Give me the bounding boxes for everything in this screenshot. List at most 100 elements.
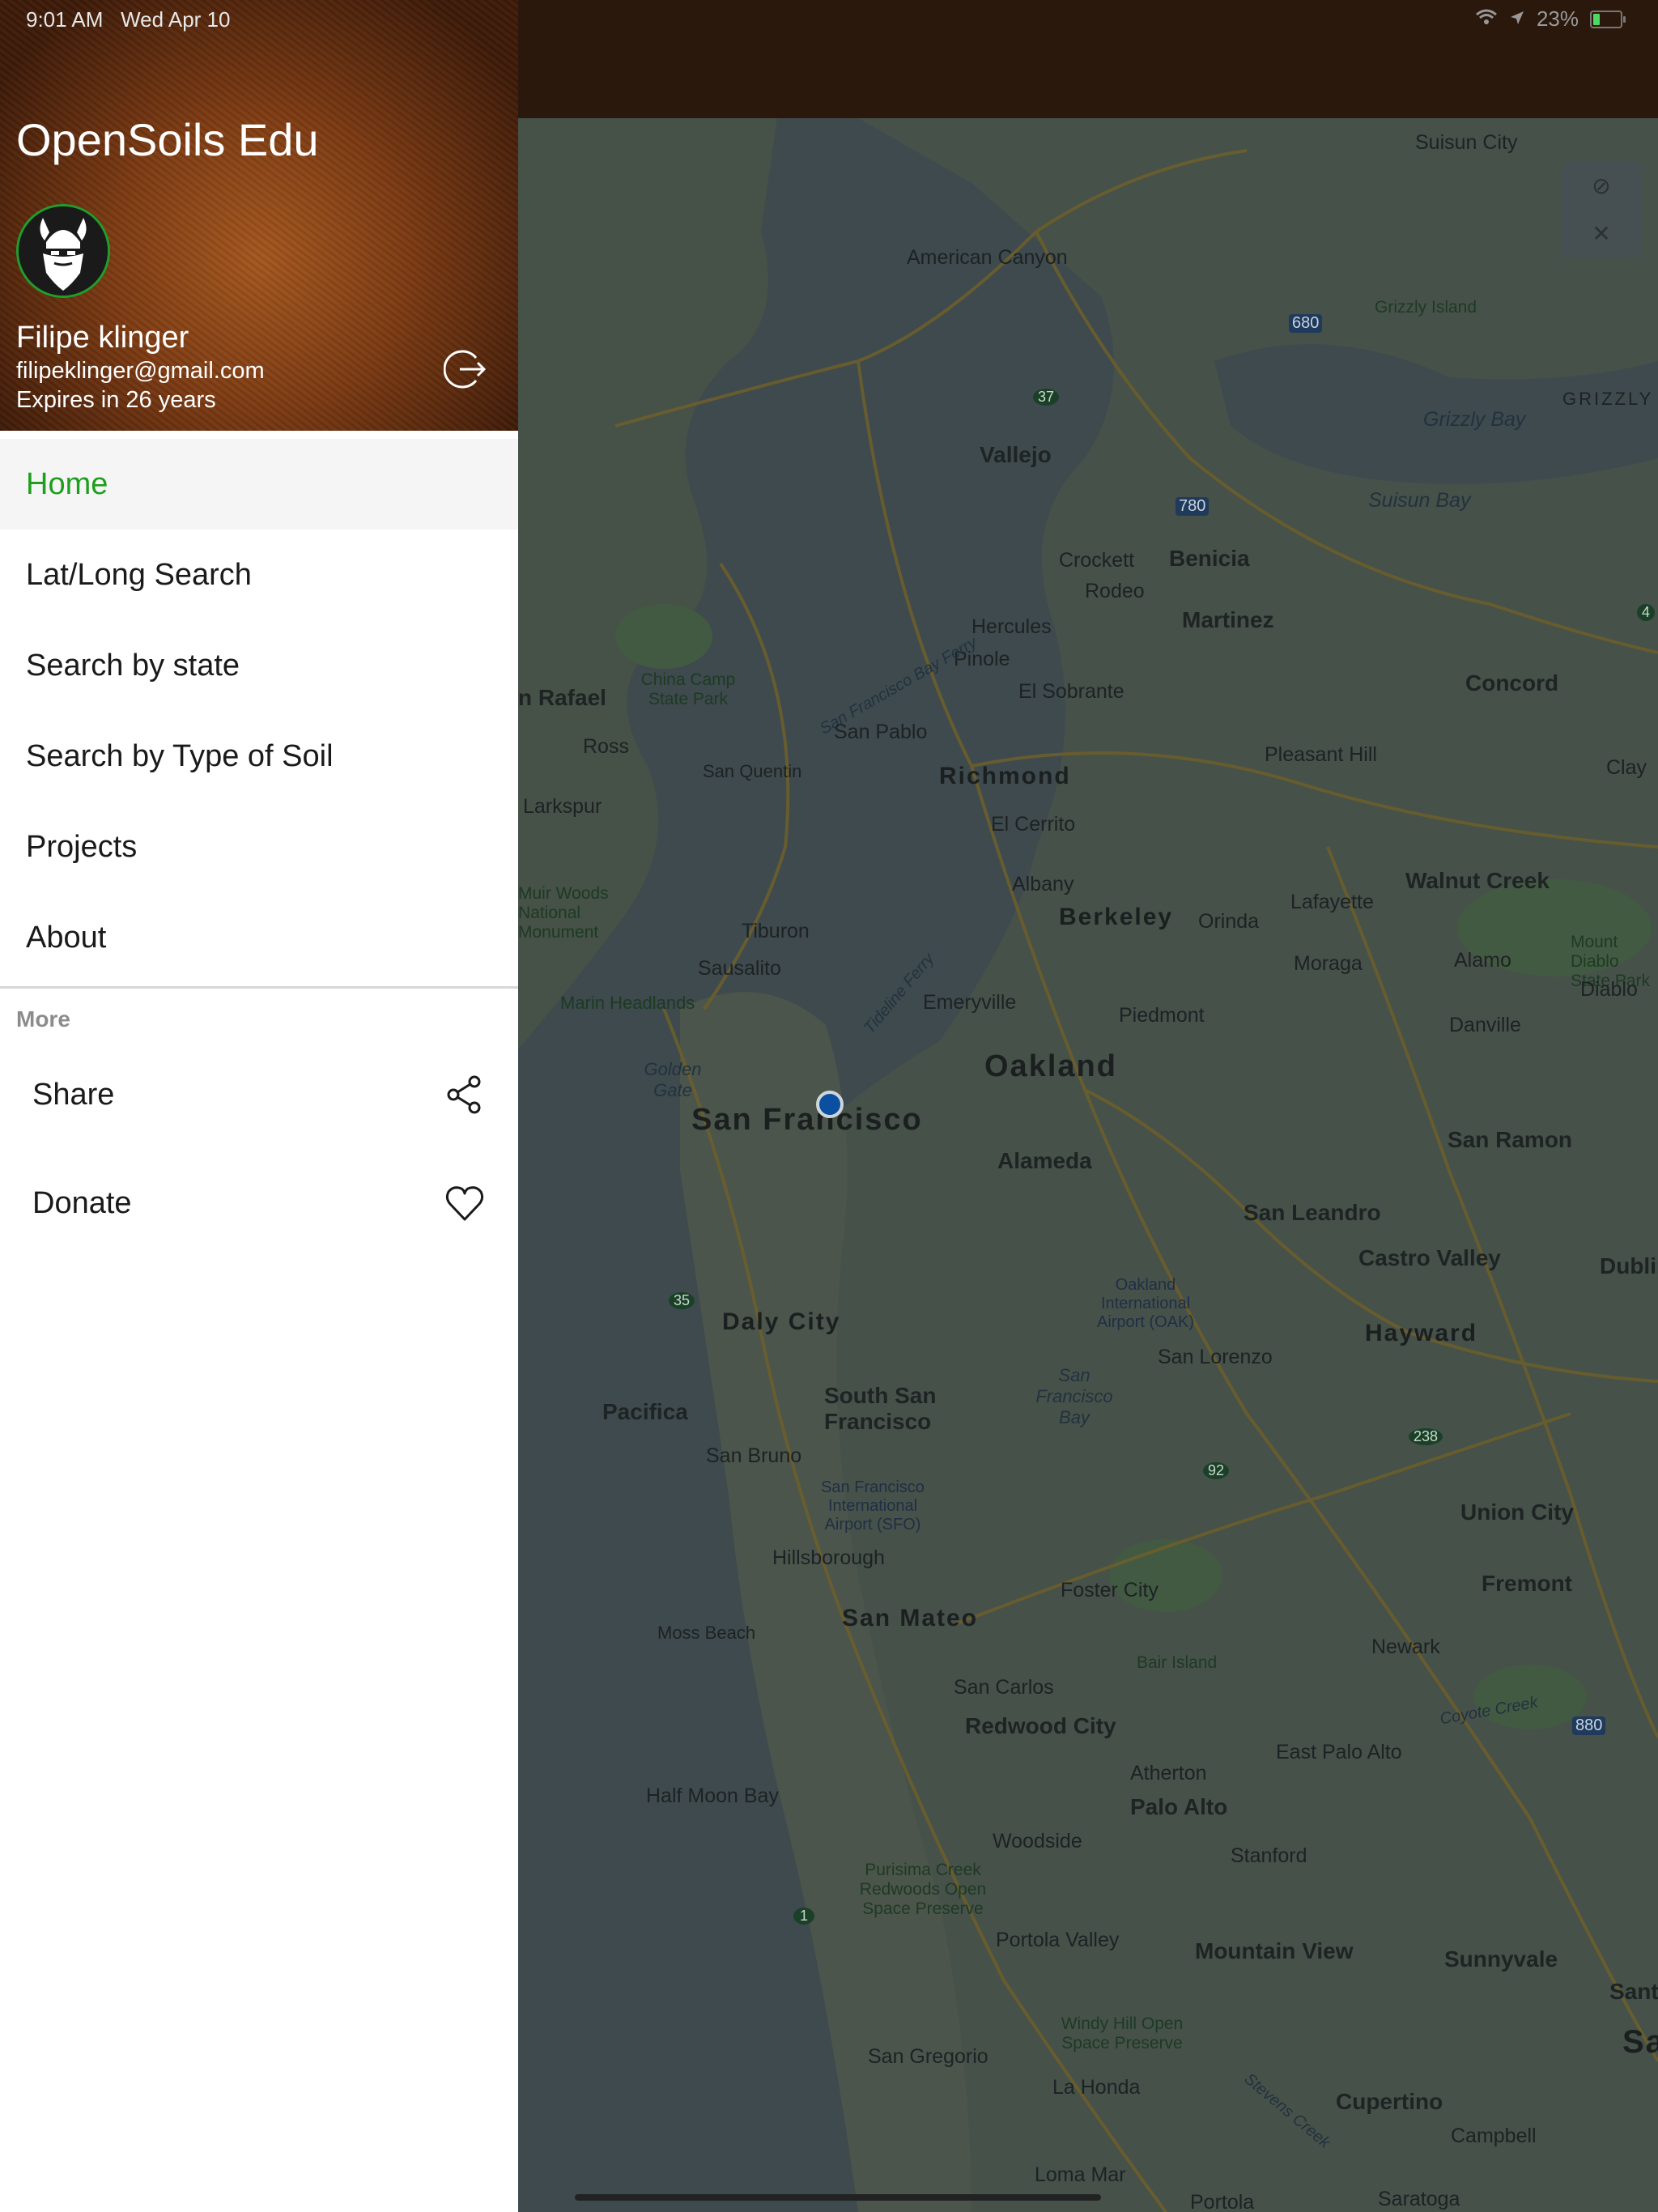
highway-shield: 1 — [793, 1908, 815, 1925]
interstate-shield: 880 — [1572, 1716, 1606, 1735]
map-label: Walnut Creek — [1405, 868, 1550, 893]
menu-item-search-by-state[interactable]: Search by state — [0, 620, 518, 711]
map-label: Alamo — [1454, 949, 1511, 972]
map-label: Albany — [1012, 873, 1074, 895]
map-label: Sunnyvale — [1444, 1946, 1558, 1972]
menu-item-home[interactable]: Home — [0, 439, 518, 530]
map-label: Diablo — [1580, 978, 1638, 1001]
menu-item-label: Search by state — [26, 648, 240, 683]
highway-shield: 35 — [669, 1292, 695, 1309]
map-label: Union City — [1460, 1499, 1574, 1525]
unpin-icon[interactable]: ✕ — [1592, 220, 1610, 247]
map-label: GRIZZLY ISLAND — [1562, 389, 1658, 409]
map-label: n Rafael — [518, 685, 606, 710]
highway-shield: 238 — [1409, 1428, 1443, 1445]
user-name: Filipe klinger — [16, 321, 189, 355]
map-label: Martinez — [1182, 607, 1274, 632]
map-label: Golden Gate — [644, 1059, 702, 1100]
share-button[interactable]: Share — [0, 1040, 518, 1149]
navigation-drawer: OpenSoils Edu Filipe klinger filipekling… — [0, 0, 518, 2212]
status-date-value: Wed Apr 10 — [121, 7, 231, 32]
map-label: China Camp State Park — [640, 670, 736, 708]
map-label: Marin Headlands — [560, 993, 695, 1013]
map-label: San Pablo — [834, 721, 928, 743]
battery-percent: 23% — [1536, 6, 1579, 31]
map-label: San Francisco Bay — [1035, 1365, 1113, 1427]
map-label: Suisun Bay — [1368, 489, 1471, 512]
map-label: Santa — [1609, 1979, 1658, 2004]
map-label: San Gregorio — [868, 2045, 988, 2068]
map-label: Half Moon Bay — [646, 1784, 779, 1807]
location-arrow-icon — [1509, 6, 1525, 32]
avatar[interactable] — [16, 204, 110, 298]
map-label: Purisima Creek Redwoods Open Space Prese… — [859, 1861, 987, 1918]
map-label: San Francisco — [691, 1103, 923, 1137]
map-label: Hillsborough — [772, 1546, 885, 1569]
map-label: Sa — [1622, 2024, 1658, 2060]
map-label: Saratoga — [1378, 2188, 1460, 2210]
menu-item-lat-long-search[interactable]: Lat/Long Search — [0, 530, 518, 620]
map-label: San Quentin — [703, 761, 802, 781]
map-label: Piedmont — [1119, 1004, 1205, 1027]
map-label: Vallejo — [980, 442, 1052, 467]
map-label: San Leandro — [1244, 1200, 1381, 1225]
map-label: Ross — [583, 735, 629, 758]
map-label: Moss Beach — [657, 1623, 756, 1643]
hide-layer-icon[interactable]: ⊘ — [1592, 172, 1610, 199]
highway-shield: 92 — [1203, 1462, 1230, 1479]
map-label: San Francisco International Airport (SFO… — [821, 1478, 925, 1534]
map-label: Danville — [1449, 1014, 1521, 1036]
map-label: Pacifica — [602, 1399, 688, 1424]
status-time: 9:01 AM Wed Apr 10 — [26, 7, 230, 32]
map-label: Atherton — [1130, 1762, 1207, 1784]
map-label: Hayward — [1365, 1320, 1478, 1346]
map-label: American Canyon — [907, 246, 1068, 269]
share-icon — [447, 1075, 481, 1114]
map-label: Oakland — [984, 1049, 1117, 1083]
map-label: San Mateo — [842, 1605, 979, 1631]
menu-item-label: Projects — [26, 829, 138, 864]
wifi-icon — [1475, 6, 1498, 32]
map-label: Cupertino — [1336, 2089, 1443, 2114]
viking-avatar-icon — [19, 206, 108, 296]
menu-item-label: Search by Type of Soil — [26, 738, 334, 773]
user-email: filipeklinger@gmail.com — [16, 358, 265, 384]
donate-button[interactable]: Donate — [0, 1149, 518, 1257]
status-bar: 9:01 AM Wed Apr 10 23% — [0, 0, 1658, 37]
map-label: Stanford — [1231, 1844, 1307, 1867]
map-label: Portola Valley — [996, 1929, 1120, 1951]
map-label: San Lorenzo — [1158, 1346, 1273, 1368]
map-label: El Sobrante — [1018, 680, 1124, 703]
logout-button[interactable] — [443, 347, 489, 392]
subscription-expiry: Expires in 26 years — [16, 387, 216, 413]
status-indicators: 23% — [1475, 6, 1626, 32]
map-label: Moraga — [1294, 952, 1363, 975]
map-view[interactable]: Suisun City American Canyon Grizzly Isla… — [518, 118, 1658, 2212]
menu-item-search-by-soil-type[interactable]: Search by Type of Soil — [0, 711, 518, 802]
menu-item-projects[interactable]: Projects — [0, 802, 518, 892]
status-time-value: 9:01 AM — [26, 7, 104, 32]
home-indicator[interactable] — [575, 2194, 1101, 2201]
map-label: Campbell — [1451, 2125, 1537, 2147]
current-location-marker[interactable] — [816, 1091, 844, 1118]
interstate-shield: 780 — [1175, 497, 1209, 516]
map-label: Mountain View — [1195, 1938, 1354, 1963]
map-label: Orinda — [1198, 910, 1260, 933]
map-label: Newark — [1371, 1636, 1440, 1658]
map-controls: ⊘ ✕ — [1561, 162, 1642, 257]
map-label: Larkspur — [523, 795, 602, 818]
map-label: Grizzly Bay — [1423, 408, 1526, 431]
map-label: Woodside — [993, 1830, 1082, 1853]
map-label: Windy Hill Open Space Preserve — [1061, 2014, 1184, 2052]
map-label: Daly City — [722, 1308, 841, 1335]
interstate-shield: 680 — [1289, 314, 1323, 333]
map-label: Grizzly Island — [1375, 298, 1477, 317]
map-label: Suisun City — [1415, 131, 1518, 154]
map-label: South San Francisco — [824, 1383, 937, 1434]
drawer-menu: Home Lat/Long Search Search by state Sea… — [0, 439, 518, 983]
menu-item-about[interactable]: About — [0, 892, 518, 983]
highway-shield: 4 — [1637, 604, 1656, 621]
map-label: El Cerrito — [991, 813, 1076, 836]
drawer-header: OpenSoils Edu Filipe klinger filipekling… — [0, 0, 518, 431]
menu-item-label: Lat/Long Search — [26, 557, 252, 592]
